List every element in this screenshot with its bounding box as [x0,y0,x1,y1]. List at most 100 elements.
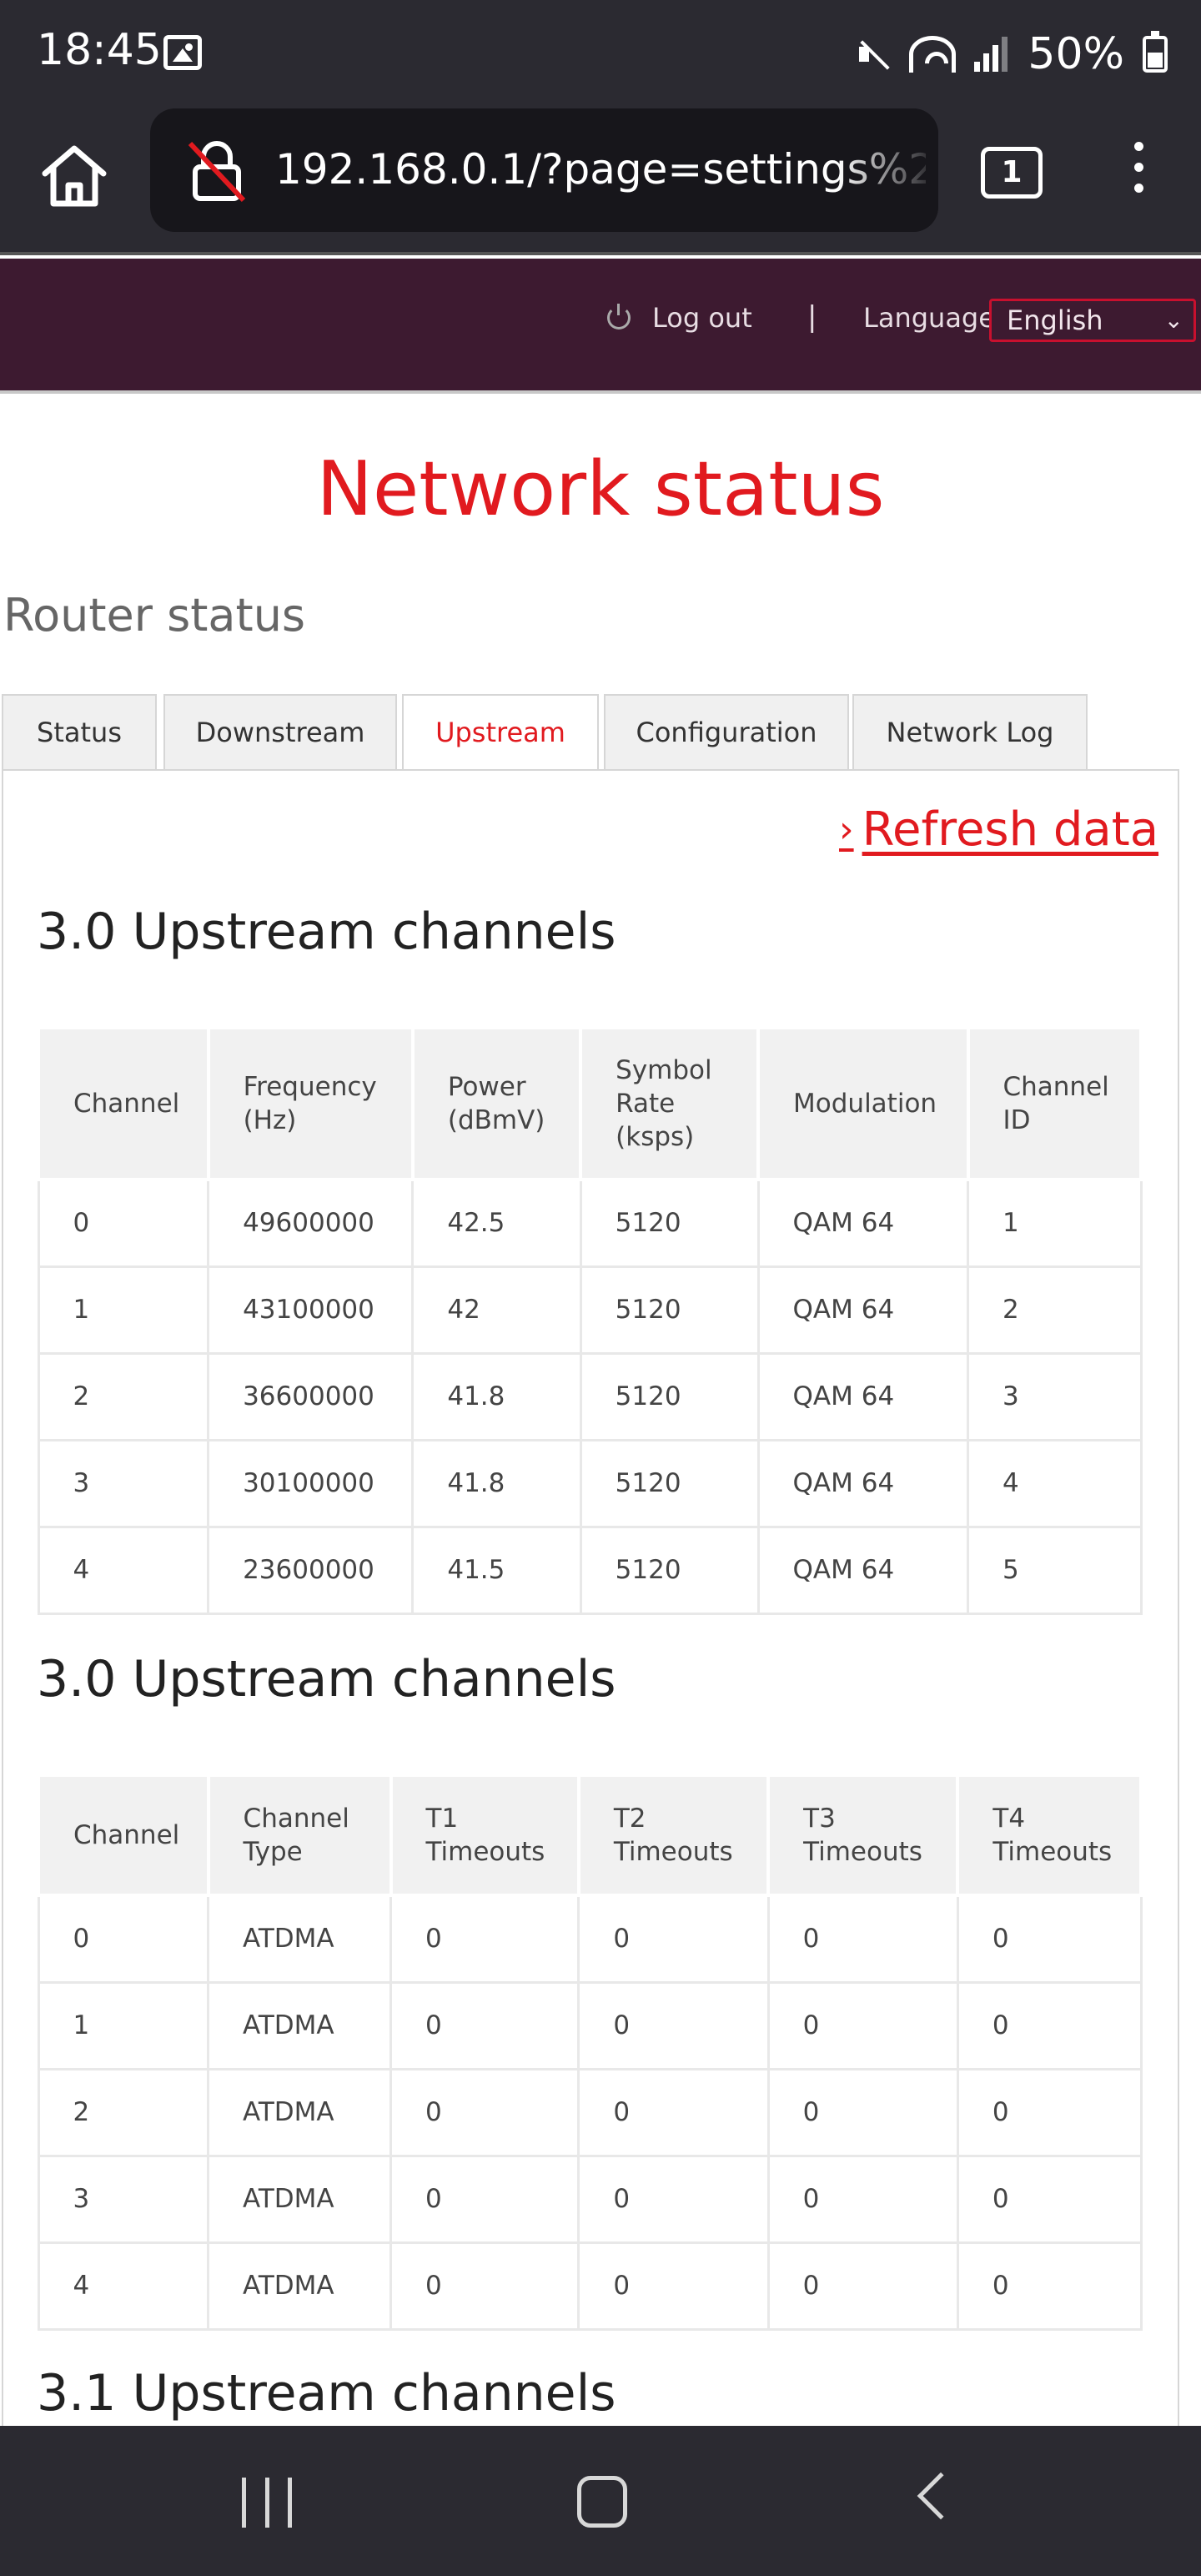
table-cell: ATDMA [207,1980,393,2070]
table-cell: 42 [411,1265,582,1355]
header-divider: | [807,300,817,334]
signal-icon [974,37,1009,72]
table-cell: 0 [389,2154,580,2244]
table-cell: 0 [389,1980,580,2070]
table-cell: 0 [389,1894,580,1984]
table-cell: 23600000 [207,1525,415,1615]
table-cell: 0 [956,1894,1143,1984]
column-header: T1 Timeouts [389,1774,580,1897]
tabs-icon[interactable]: 1 [981,147,1043,199]
table-header-row: Channel Channel Type T1 Timeouts T2 Timeout… [37,1774,1143,1897]
table-cell: 5120 [579,1351,760,1441]
table-cell: 41.5 [411,1525,582,1615]
tab-configuration[interactable]: Configuration [604,694,849,771]
column-header: T3 Timeouts [766,1774,960,1897]
logout-link[interactable]: Log out [607,302,752,334]
upstream-timeouts-table: Channel Channel Type T1 Timeouts T2 Timeout… [37,1774,1143,2331]
mute-icon [856,37,891,72]
table-cell: 2 [37,2067,210,2157]
tab-upstream[interactable]: Upstream [402,694,599,772]
url-text[interactable]: 192.168.0.1/?page=settings%2F [275,145,926,194]
table-cell: 5 [967,1525,1143,1615]
chevron-down-icon[interactable]: ⌄ [1164,301,1183,340]
table-cell: 1 [37,1265,210,1355]
table-cell: 0 [956,2241,1143,2331]
table-cell: 0 [37,1178,210,1268]
upstream-channels-table: Channel Frequency (Hz) Power (dBmV) Symbol … [37,1026,1143,1615]
home-icon[interactable] [37,138,112,214]
table-cell: 3 [967,1351,1143,1441]
more-menu-icon[interactable] [1126,142,1151,209]
column-header: Channel [37,1026,210,1181]
tab-status[interactable]: Status [2,694,157,771]
logout-label[interactable]: Log out [652,302,752,334]
column-header: Channel ID [966,1026,1143,1181]
table-cell: 4 [37,1525,210,1615]
table-cell: QAM 64 [756,1525,970,1615]
column-header: Power (dBmV) [410,1026,583,1181]
recent-apps-icon[interactable] [242,2478,292,2528]
table-cell: 0 [577,2154,770,2244]
table-cell: 0 [577,2241,770,2331]
tab-downstream[interactable]: Downstream [163,694,397,771]
table-cell: 30100000 [207,1438,415,1528]
table-row: 3 30100000 41.8 5120 QAM 64 4 [37,1438,1143,1528]
refresh-label[interactable]: Refresh data [862,802,1158,857]
battery-icon [1143,31,1168,73]
nav-home-icon[interactable] [577,2476,627,2528]
router-header: Log out | Language English ⌄ [0,259,1201,394]
table-cell: ATDMA [207,2154,393,2244]
table-header-row: Channel Frequency (Hz) Power (dBmV) Symbol … [37,1026,1143,1181]
power-icon [607,304,631,330]
table-cell: QAM 64 [756,1178,970,1268]
table-cell: 5120 [579,1525,760,1615]
table-cell: 0 [389,2241,580,2331]
browser-toolbar: 192.168.0.1/?page=settings%2F 1 [0,108,1201,255]
table-cell: 0 [766,1894,959,1984]
section-title: Router status [3,589,306,641]
table-cell: 0 [956,2067,1143,2157]
table-cell: 0 [389,2067,580,2157]
table-cell: 0 [766,2241,959,2331]
table3-title: 3.1 Upstream channels [37,2364,616,2423]
column-header: Channel [37,1774,210,1897]
table-cell: 0 [956,1980,1143,2070]
tab-network-log[interactable]: Network Log [852,694,1088,771]
table-row: 3 ATDMA 0 0 0 0 [37,2154,1143,2244]
table-cell: 0 [577,1894,770,1984]
table2-title: 3.0 Upstream channels [37,1650,616,1708]
refresh-data-link[interactable]: › Refresh data [839,802,1158,857]
table-cell: 5120 [579,1178,760,1268]
table-cell: 36600000 [207,1351,415,1441]
table-cell: 0 [37,1894,210,1984]
insecure-lock-icon[interactable] [183,137,250,204]
column-header: Channel Type [206,1774,393,1897]
language-label: Language [863,302,995,334]
table-cell: QAM 64 [756,1265,970,1355]
gallery-icon [163,35,202,70]
language-select[interactable]: English ⌄ [989,299,1196,342]
address-bar[interactable]: 192.168.0.1/?page=settings%2F [150,108,938,232]
table-row: 1 43100000 42 5120 QAM 64 2 [37,1265,1143,1355]
back-icon[interactable] [917,2472,965,2520]
wifi-icon [909,36,957,73]
table-cell: 5120 [579,1265,760,1355]
table-cell: 41.8 [411,1438,582,1528]
table-cell: 0 [956,2154,1143,2244]
table-cell: ATDMA [207,1894,393,1984]
chevron-right-icon[interactable]: › [839,808,854,851]
column-header: Frequency (Hz) [206,1026,415,1181]
table-cell: 41.8 [411,1351,582,1441]
table-cell: 1 [37,1980,210,2070]
table-row: 0 ATDMA 0 0 0 0 [37,1894,1143,1984]
table-row: 1 ATDMA 0 0 0 0 [37,1980,1143,2070]
language-value[interactable]: English [1007,304,1103,336]
status-icons: 50% [856,25,1168,83]
table-cell: 43100000 [207,1265,415,1355]
table-cell: QAM 64 [756,1351,970,1441]
table-cell: 0 [766,2067,959,2157]
table-cell: 5120 [579,1438,760,1528]
table-cell: 2 [967,1265,1143,1355]
battery-percent: 50% [1028,29,1124,79]
table-row: 2 36600000 41.8 5120 QAM 64 3 [37,1351,1143,1441]
